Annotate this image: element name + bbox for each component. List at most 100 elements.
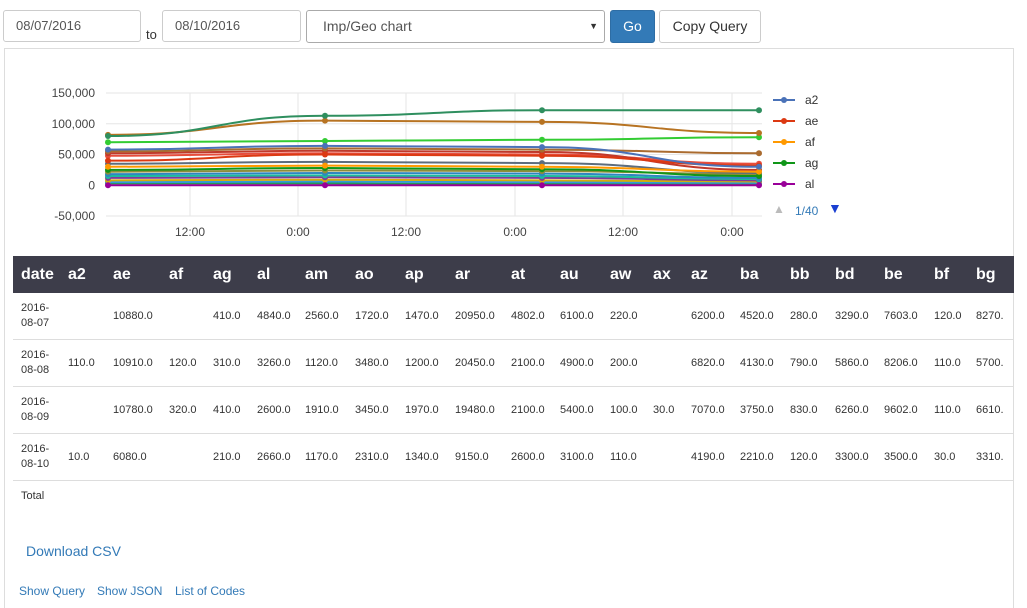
total-cell: [782, 481, 827, 512]
total-cell: [105, 481, 161, 512]
data-table: date a2 ae af ag al am ao ap ar at au aw…: [13, 256, 1014, 511]
value-cell: 110.0: [60, 339, 105, 387]
column-header[interactable]: ap: [397, 256, 447, 293]
x-tick-label: 12:00: [391, 225, 421, 239]
column-header[interactable]: az: [683, 256, 732, 293]
value-cell: 10910.0: [105, 339, 161, 387]
value-cell: 790.0: [782, 339, 827, 387]
value-cell: 830.0: [782, 386, 827, 434]
value-cell: 2100.0: [503, 339, 552, 387]
value-cell: 120.0: [161, 339, 205, 387]
data-point: [322, 162, 328, 169]
value-cell: 1120.0: [297, 339, 347, 387]
data-point: [105, 133, 111, 140]
column-header[interactable]: bf: [926, 256, 968, 293]
column-header[interactable]: au: [552, 256, 602, 293]
column-header[interactable]: aw: [602, 256, 645, 293]
date-cell: 2016-08-07: [13, 293, 60, 340]
value-cell: 4840.0: [249, 293, 297, 340]
data-point: [539, 107, 545, 114]
data-point: [105, 146, 111, 153]
date-cell: 2016-08-09: [13, 386, 60, 434]
data-point: [539, 144, 545, 151]
show-query-link[interactable]: Show Query: [19, 584, 85, 598]
value-cell: 4900.0: [552, 339, 602, 387]
value-cell: 7070.0: [683, 386, 732, 434]
value-cell: 6820.0: [683, 339, 732, 387]
value-cell: [645, 293, 683, 340]
date-cell: 2016-08-10: [13, 433, 60, 481]
column-header[interactable]: bd: [827, 256, 876, 293]
value-cell: 2600.0: [249, 386, 297, 434]
legend-dot: [781, 181, 787, 187]
value-cell: 3260.0: [249, 339, 297, 387]
column-header[interactable]: at: [503, 256, 552, 293]
value-cell: 310.0: [205, 339, 249, 387]
pager-down-icon[interactable]: ▼: [828, 200, 842, 216]
date-cell: 2016-08-08: [13, 339, 60, 387]
value-cell: 3100.0: [552, 433, 602, 481]
total-cell: [876, 481, 926, 512]
data-point: [105, 157, 111, 164]
list-of-codes-link[interactable]: List of Codes: [175, 584, 245, 598]
column-header[interactable]: date: [13, 256, 60, 293]
data-point: [105, 139, 111, 146]
value-cell: 2210.0: [732, 433, 782, 481]
value-cell: 4130.0: [732, 339, 782, 387]
y-tick-label: 0: [88, 178, 95, 192]
total-cell: [645, 481, 683, 512]
data-point: [539, 118, 545, 125]
show-json-link[interactable]: Show JSON: [97, 584, 162, 598]
data-point: [756, 129, 762, 136]
value-cell: 120.0: [782, 433, 827, 481]
y-tick-label: -50,000: [54, 209, 95, 223]
total-cell: [968, 481, 1014, 512]
y-tick-label: 100,000: [52, 117, 96, 131]
total-cell: [397, 481, 447, 512]
column-header[interactable]: am: [297, 256, 347, 293]
value-cell: 2660.0: [249, 433, 297, 481]
x-tick-label: 0:00: [503, 225, 527, 239]
column-header[interactable]: ao: [347, 256, 397, 293]
column-header[interactable]: bb: [782, 256, 827, 293]
value-cell: 5400.0: [552, 386, 602, 434]
y-tick-label: 50,000: [58, 148, 95, 162]
data-point: [539, 152, 545, 159]
pager-up-icon[interactable]: ▲: [773, 202, 785, 216]
value-cell: 9150.0: [447, 433, 503, 481]
value-cell: 10780.0: [105, 386, 161, 434]
value-cell: 1910.0: [297, 386, 347, 434]
total-cell: [503, 481, 552, 512]
total-cell: [732, 481, 782, 512]
value-cell: 1970.0: [397, 386, 447, 434]
column-header[interactable]: be: [876, 256, 926, 293]
column-header[interactable]: bg: [968, 256, 1014, 293]
column-header[interactable]: ax: [645, 256, 683, 293]
column-header[interactable]: ag: [205, 256, 249, 293]
column-header[interactable]: ba: [732, 256, 782, 293]
total-cell: [249, 481, 297, 512]
value-cell: 110.0: [602, 433, 645, 481]
legend-label: ae: [805, 114, 819, 128]
value-cell: 30.0: [926, 433, 968, 481]
data-point: [322, 182, 328, 189]
value-cell: 19480.0: [447, 386, 503, 434]
column-header[interactable]: ar: [447, 256, 503, 293]
x-tick-label: 0:00: [720, 225, 744, 239]
value-cell: 3480.0: [347, 339, 397, 387]
table-row: 2016-08-08 110.0 10910.0 120.0 310.0 3260.0 11…: [13, 339, 1014, 387]
value-cell: 1720.0: [347, 293, 397, 340]
column-header[interactable]: a2: [60, 256, 105, 293]
series-line: [107, 136, 760, 144]
value-cell: 7603.0: [876, 293, 926, 340]
column-header[interactable]: af: [161, 256, 205, 293]
column-header[interactable]: al: [249, 256, 297, 293]
data-point: [756, 150, 762, 157]
value-cell: 200.0: [602, 339, 645, 387]
download-csv-link[interactable]: Download CSV: [26, 543, 121, 559]
column-header[interactable]: ae: [105, 256, 161, 293]
value-cell: [60, 293, 105, 340]
legend-dot: [781, 160, 787, 166]
total-cell: [926, 481, 968, 512]
value-cell: [161, 293, 205, 340]
